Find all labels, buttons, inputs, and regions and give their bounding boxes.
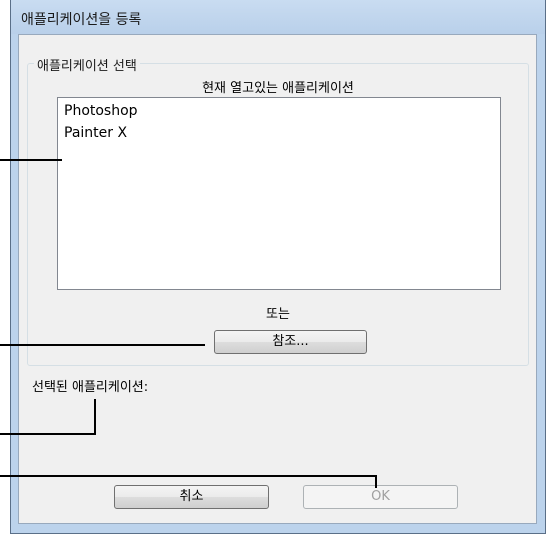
ok-button[interactable]: OK <box>303 485 458 509</box>
dialog-body: 애플리케이션 선택 현재 열고있는 애플리케이션 Photoshop Paint… <box>18 34 537 524</box>
callout-line-selected-horizontal <box>0 433 96 435</box>
dialog-title: 애플리케이션을 등록 <box>21 12 142 28</box>
callout-line-browse <box>0 344 205 346</box>
cancel-button[interactable]: 취소 <box>114 485 269 509</box>
list-item-photoshop[interactable]: Photoshop <box>64 103 138 119</box>
selected-app-label: 선택된 애플리케이션: <box>32 380 149 395</box>
register-application-dialog: 애플리케이션을 등록 애플리케이션 선택 현재 열고있는 애플리케이션 Phot… <box>10 0 546 534</box>
list-item-painter-x[interactable]: Painter X <box>64 125 127 141</box>
application-select-group: 애플리케이션 선택 현재 열고있는 애플리케이션 Photoshop Paint… <box>27 55 529 366</box>
callout-line-selected-vertical <box>94 399 96 435</box>
callout-line-list <box>0 159 62 161</box>
open-apps-listbox[interactable]: Photoshop Painter X <box>57 97 501 290</box>
callout-line-ok-horizontal <box>0 475 377 477</box>
or-label: 또는 <box>266 307 290 322</box>
title-bar[interactable]: 애플리케이션을 등록 <box>11 0 545 34</box>
open-apps-label: 현재 열고있는 애플리케이션 <box>202 81 354 96</box>
browse-button[interactable]: 참조... <box>214 330 367 354</box>
group-label: 애플리케이션 선택 <box>34 55 140 74</box>
callout-line-ok-vertical <box>375 475 377 488</box>
